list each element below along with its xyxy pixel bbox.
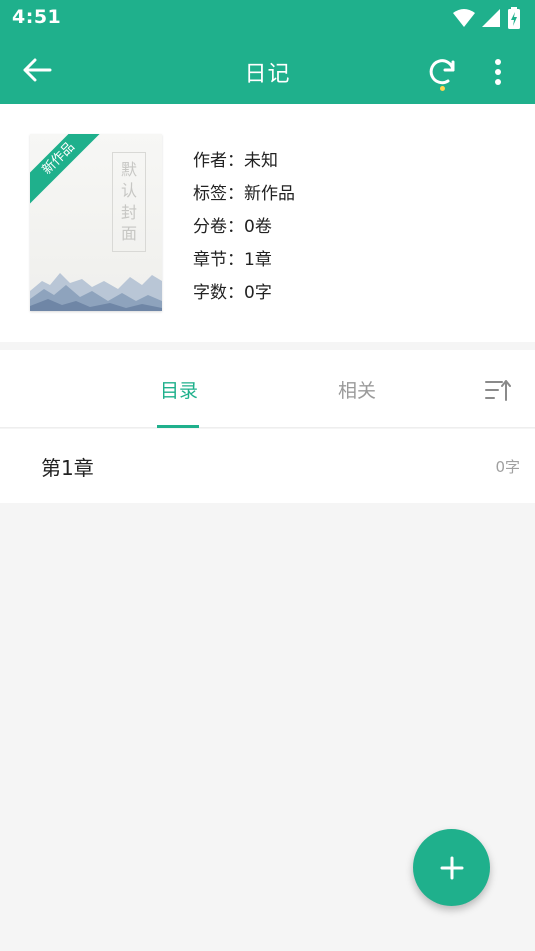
chapter-name: 第1章 <box>41 456 94 480</box>
tab-bar: 目录 相关 <box>0 350 535 428</box>
meta-value: 1章 <box>244 250 272 270</box>
meta-volumes: 分卷： 0卷 <box>193 208 295 241</box>
cover-seal-char: 认 <box>120 181 137 201</box>
meta-value: 新作品 <box>244 184 295 204</box>
mountain-illustration <box>30 273 162 311</box>
status-time: 4:51 <box>12 6 62 28</box>
chapter-word-count: 0字 <box>495 458 520 476</box>
book-info: 默 认 封 面 新作品 作者： 未知 标签： 新作品 分卷： 0卷 章节： 1章 <box>0 104 535 342</box>
signal-icon <box>482 9 500 27</box>
book-cover[interactable]: 默 认 封 面 新作品 <box>30 134 162 311</box>
battery-icon <box>508 7 520 29</box>
status-icons <box>453 7 521 29</box>
cover-ribbon-label: 新作品 <box>30 134 109 209</box>
tab-related[interactable]: 相关 <box>316 350 398 428</box>
meta-key: 章节： <box>193 250 244 270</box>
cover-ribbon: 新作品 <box>30 134 110 214</box>
sync-icon <box>429 59 455 85</box>
sort-icon <box>485 380 511 401</box>
meta-key: 作者： <box>193 151 244 171</box>
meta-word-count: 字数： 0字 <box>193 274 295 307</box>
more-vert-icon <box>495 59 501 85</box>
add-icon <box>440 856 463 879</box>
cover-seal-char: 封 <box>120 202 137 222</box>
meta-key: 分卷： <box>193 217 244 237</box>
meta-value: 0卷 <box>244 217 272 237</box>
meta-key: 字数： <box>193 283 244 303</box>
meta-value: 未知 <box>244 151 278 171</box>
sync-indicator-dot <box>440 86 445 91</box>
status-bar: 4:51 <box>0 0 535 36</box>
more-button[interactable] <box>484 52 512 92</box>
cover-seal-char: 默 <box>120 159 137 179</box>
wifi-icon <box>453 9 475 27</box>
sync-button[interactable] <box>422 52 462 92</box>
cover-seal-char: 面 <box>120 224 137 244</box>
cover-seal: 默 认 封 面 <box>112 152 146 252</box>
sort-button[interactable] <box>480 372 516 408</box>
app-bar: 日记 <box>0 36 535 104</box>
add-chapter-button[interactable] <box>413 829 490 906</box>
meta-chapters: 章节： 1章 <box>193 241 295 274</box>
meta-author: 作者： 未知 <box>193 142 295 175</box>
tab-catalog[interactable]: 目录 <box>138 350 220 428</box>
meta-value: 0字 <box>244 283 272 303</box>
meta-key: 标签： <box>193 184 244 204</box>
tab-indicator <box>157 425 199 428</box>
book-meta: 作者： 未知 标签： 新作品 分卷： 0卷 章节： 1章 字数： 0字 <box>193 142 295 307</box>
list-item[interactable]: 第1章 0字 <box>0 429 535 503</box>
meta-tags[interactable]: 标签： 新作品 <box>193 175 295 208</box>
